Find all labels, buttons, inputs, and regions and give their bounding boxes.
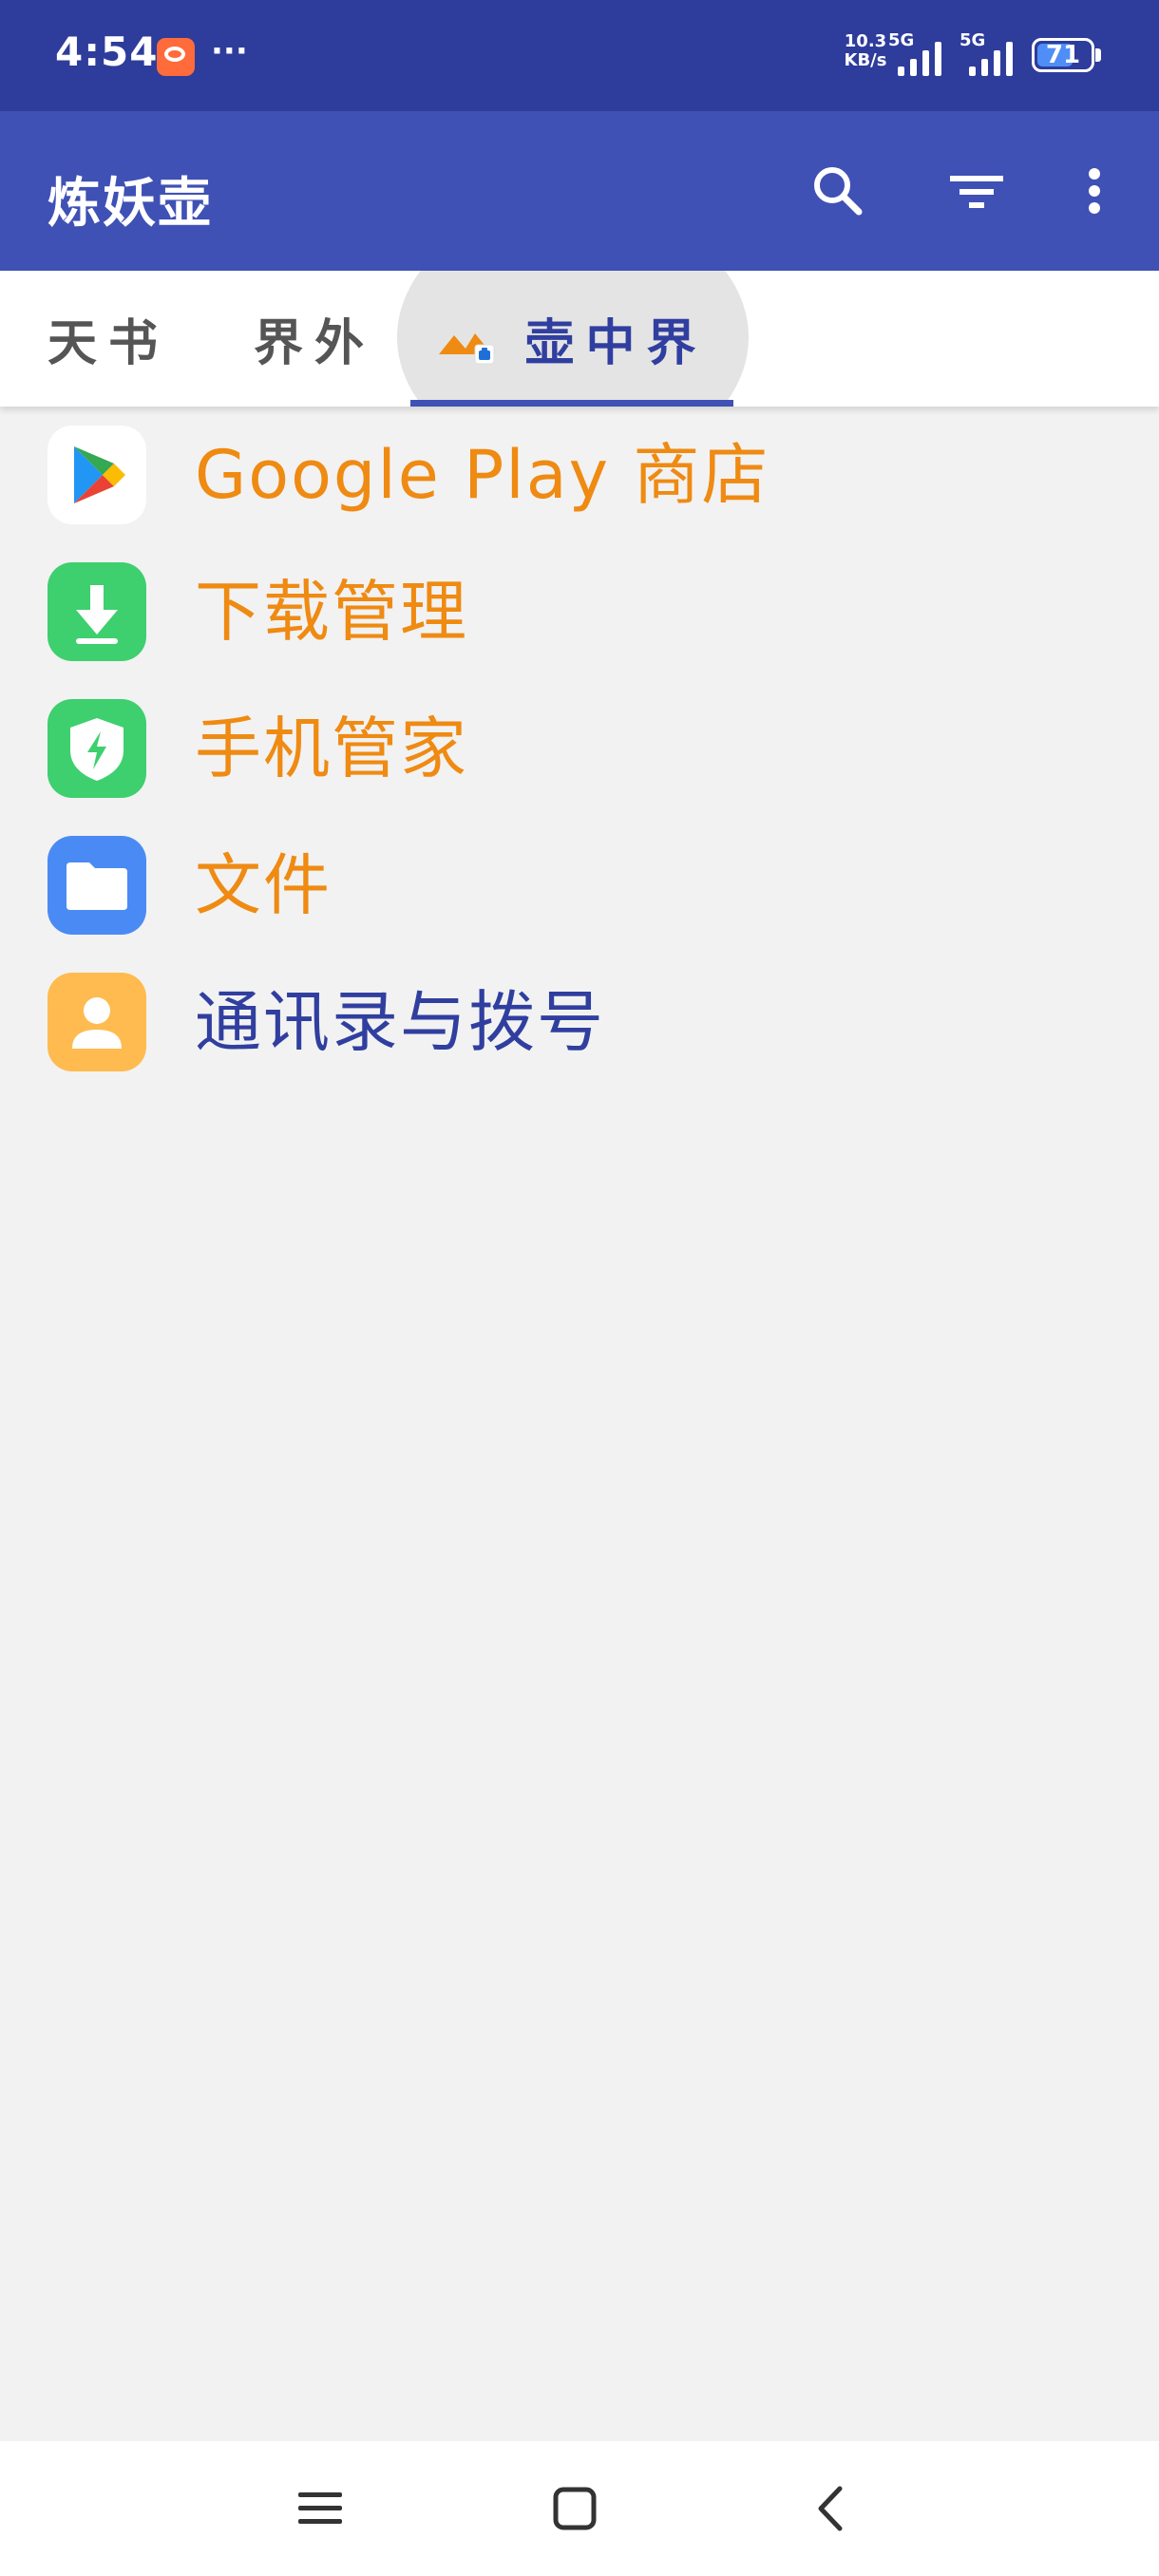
app-bar: 炼妖壶: [0, 111, 1159, 271]
download-icon: [48, 562, 146, 661]
app-label: 手机管家: [195, 710, 468, 787]
search-button[interactable]: [798, 151, 878, 231]
tab-bar: 天书 界外 壶中界: [0, 271, 1159, 407]
network-speed-unit: KB/s: [844, 50, 887, 70]
app-label: Google Play 商店: [195, 436, 770, 514]
status-time: 4:54: [55, 28, 159, 75]
recent-apps-button[interactable]: [287, 2475, 353, 2542]
more-vert-icon: [1089, 168, 1100, 214]
home-square-icon: [553, 2487, 597, 2530]
back-button[interactable]: [798, 2475, 864, 2542]
battery-percent: 71: [1045, 41, 1081, 69]
sim1-signal: 5G: [888, 30, 947, 76]
shield-glyph: [70, 718, 124, 781]
back-chevron-icon: [818, 2486, 843, 2531]
app-label: 下载管理: [195, 573, 468, 651]
app-title: 炼妖壶: [48, 173, 213, 235]
tab-tianshu[interactable]: 天书: [48, 271, 169, 407]
tab-jiewai[interactable]: 界外: [254, 271, 375, 407]
download-glyph: [76, 585, 118, 644]
menu-icon: [298, 2492, 342, 2524]
filter-icon: [950, 176, 1003, 208]
navigation-bar: [0, 2441, 1159, 2576]
list-item-download-manager[interactable]: 下载管理: [0, 543, 1159, 680]
more-notifications-indicator: ···: [211, 32, 248, 70]
network-speed-value: 10.3: [844, 31, 887, 51]
folder-glyph: [66, 862, 127, 910]
list-item-google-play[interactable]: Google Play 商店: [0, 407, 1159, 543]
tab-huzhongjie-label: 壶中界: [524, 315, 708, 372]
shield-icon: [48, 699, 146, 798]
more-options-button[interactable]: [1054, 151, 1134, 231]
app-list: Google Play 商店 下载管理 手机管家 文件 通讯录与拨号: [0, 407, 1159, 1090]
signal-bars-icon: [969, 42, 1013, 76]
signal-bars-icon: [898, 42, 941, 76]
contact-icon: [48, 973, 146, 1071]
mountain-island-icon: [439, 332, 495, 364]
contact-glyph: [72, 997, 122, 1049]
tab-indicator: [410, 400, 733, 407]
battery-icon: 71: [1032, 38, 1094, 72]
tab-huzhongjie[interactable]: 壶中界: [399, 271, 746, 407]
screen: 4:54 ··· 10.3 KB/s 5G 5G 71 炼妖壶 天书 界外 壶中…: [0, 0, 1159, 2576]
list-item-files[interactable]: 文件: [0, 817, 1159, 954]
search-icon: [814, 167, 863, 216]
network-speed: 10.3 KB/s: [844, 32, 887, 70]
list-item-contacts-dialer[interactable]: 通讯录与拨号: [0, 954, 1159, 1090]
app-label: 通讯录与拨号: [195, 983, 605, 1061]
app-label: 文件: [195, 846, 332, 924]
sim2-signal: 5G: [960, 30, 1018, 76]
folder-icon: [48, 836, 146, 935]
battery-tip: [1095, 48, 1101, 62]
google-play-icon: [48, 426, 146, 524]
weibo-notification-icon: [157, 38, 195, 76]
google-play-glyph: [74, 446, 125, 503]
status-bar: 4:54 ··· 10.3 KB/s 5G 5G 71: [0, 0, 1159, 111]
home-button[interactable]: [542, 2475, 608, 2542]
filter-button[interactable]: [937, 151, 1016, 231]
list-item-phone-manager[interactable]: 手机管家: [0, 680, 1159, 817]
